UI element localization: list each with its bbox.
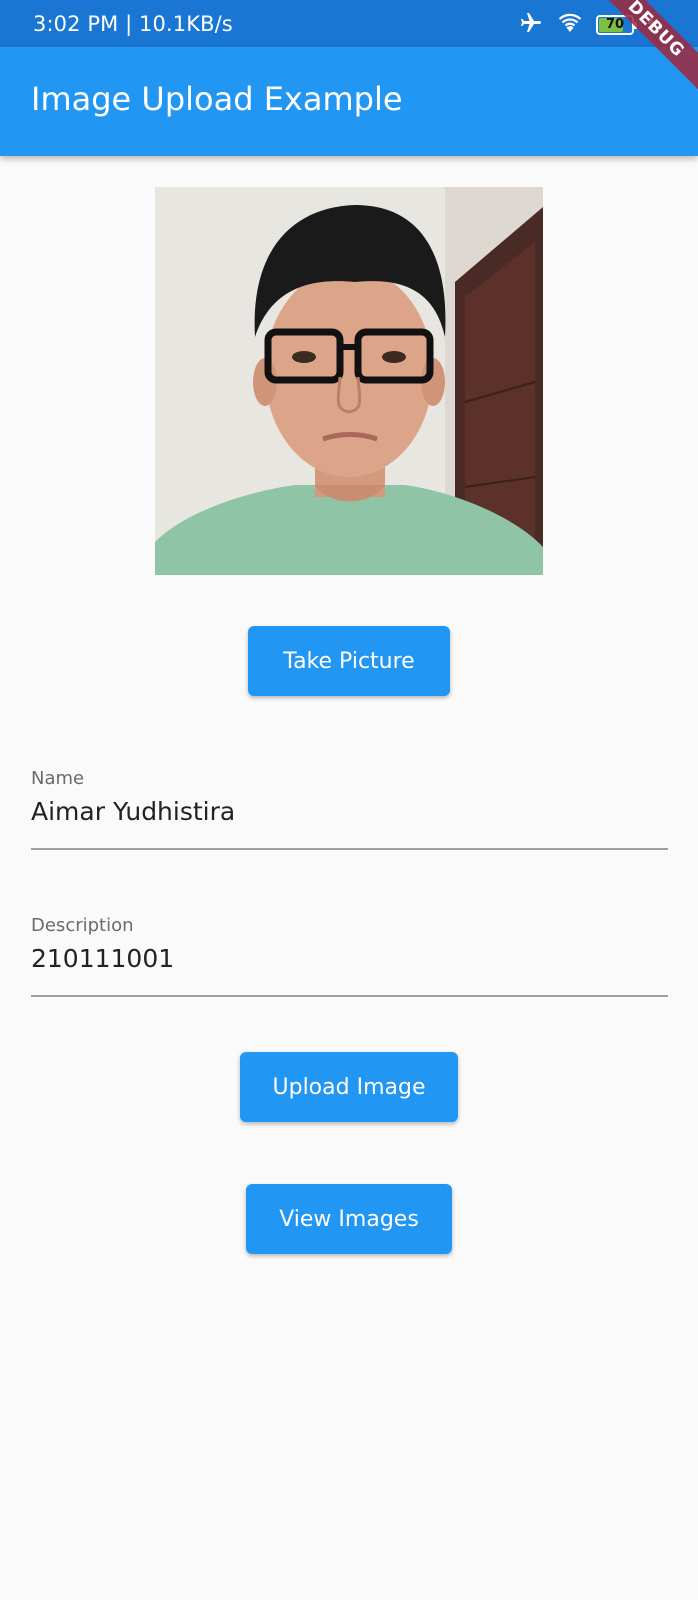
status-time-speed: 3:02 PM | 10.1KB/s <box>33 12 233 36</box>
description-field-underline <box>31 995 668 997</box>
name-field-label: Name <box>31 768 85 789</box>
airplane-mode-icon <box>518 11 544 39</box>
description-field-value[interactable]: 210111001 <box>31 943 668 975</box>
battery-level: 70 <box>605 17 625 32</box>
upload-image-button[interactable]: Upload Image <box>240 1052 458 1122</box>
name-field[interactable]: Name Aimar Yudhistira <box>31 768 668 850</box>
take-picture-button[interactable]: Take Picture <box>248 626 450 696</box>
captured-photo <box>155 187 543 575</box>
app-bar: Image Upload Example <box>0 47 698 156</box>
view-images-button[interactable]: View Images <box>246 1184 452 1254</box>
wifi-icon <box>556 11 584 39</box>
status-bar: 3:02 PM | 10.1KB/s 70 <box>0 0 698 47</box>
description-field-label: Description <box>31 915 134 936</box>
name-field-value[interactable]: Aimar Yudhistira <box>31 796 668 828</box>
photo-image <box>155 187 543 575</box>
page-title: Image Upload Example <box>31 80 403 118</box>
name-field-underline <box>31 848 668 850</box>
description-field[interactable]: Description 210111001 <box>31 915 668 997</box>
